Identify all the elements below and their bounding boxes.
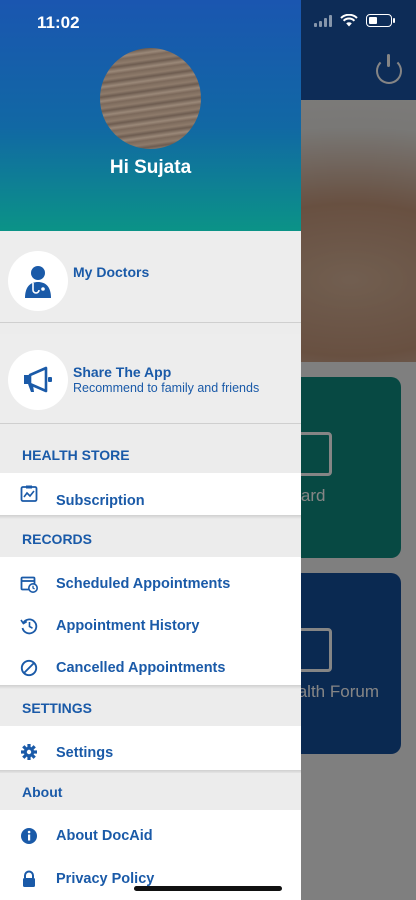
menu-item-scheduled-appointments-label: Scheduled Appointments bbox=[56, 576, 231, 592]
menu-item-about-docaid-label: About DocAid bbox=[56, 828, 153, 844]
cancel-icon bbox=[20, 659, 38, 677]
section-records-label: RECORDS bbox=[22, 531, 93, 547]
menu-item-privacy-policy[interactable]: Privacy Policy bbox=[0, 858, 301, 900]
my-doctors-tile[interactable]: My Doctors bbox=[0, 231, 301, 323]
my-doctors-label: My Doctors bbox=[73, 264, 150, 280]
subscription-icon bbox=[20, 485, 38, 502]
share-app-tile[interactable]: Share The App Recommend to family and fr… bbox=[0, 334, 301, 424]
menu-item-cancelled-appointments[interactable]: Cancelled Appointments bbox=[0, 647, 301, 689]
menu-item-settings-label: Settings bbox=[56, 745, 114, 761]
signal-icon bbox=[314, 14, 332, 27]
share-app-subtitle: Recommend to family and friends bbox=[73, 381, 260, 395]
menu-item-subscription[interactable]: Subscription bbox=[0, 473, 301, 515]
gear-icon bbox=[21, 744, 37, 760]
menu-item-cancelled-appointments-label: Cancelled Appointments bbox=[56, 660, 226, 676]
menu-item-appointment-history[interactable]: Appointment History bbox=[0, 605, 301, 647]
section-records: RECORDS bbox=[0, 520, 301, 557]
lock-icon bbox=[23, 870, 35, 887]
battery-icon bbox=[366, 14, 395, 27]
menu-item-settings[interactable]: Settings bbox=[0, 726, 301, 770]
section-health-store: HEALTH STORE bbox=[0, 436, 301, 473]
user-greeting: Hi Sujata bbox=[109, 157, 192, 178]
menu-item-privacy-policy-label: Privacy Policy bbox=[56, 871, 155, 887]
menu-item-about-docaid[interactable]: About DocAid bbox=[0, 815, 301, 857]
wifi-icon bbox=[340, 14, 358, 27]
section-about-label: About bbox=[22, 784, 63, 800]
section-health-store-label: HEALTH STORE bbox=[22, 447, 130, 463]
menu-item-subscription-label: Subscription bbox=[56, 493, 145, 509]
drawer-header: Hi Sujata bbox=[0, 0, 301, 231]
home-indicator[interactable] bbox=[134, 886, 282, 891]
section-about: About bbox=[0, 773, 301, 810]
section-settings-label: SETTINGS bbox=[22, 700, 93, 716]
menu-item-appointment-history-label: Appointment History bbox=[56, 618, 200, 634]
info-icon bbox=[21, 828, 37, 844]
megaphone-icon bbox=[8, 350, 68, 410]
calendar-clock-icon bbox=[20, 576, 38, 593]
status-icons bbox=[314, 14, 395, 27]
avatar[interactable] bbox=[100, 48, 201, 149]
history-icon bbox=[20, 618, 38, 635]
status-time: 11:02 bbox=[37, 13, 80, 32]
share-app-label: Share The App bbox=[73, 364, 172, 380]
navigation-drawer: Hi Sujata My Doctors Share The App Recom… bbox=[0, 0, 301, 900]
doctor-icon bbox=[8, 251, 68, 311]
section-settings: SETTINGS bbox=[0, 689, 301, 726]
menu-item-scheduled-appointments[interactable]: Scheduled Appointments bbox=[0, 563, 301, 605]
